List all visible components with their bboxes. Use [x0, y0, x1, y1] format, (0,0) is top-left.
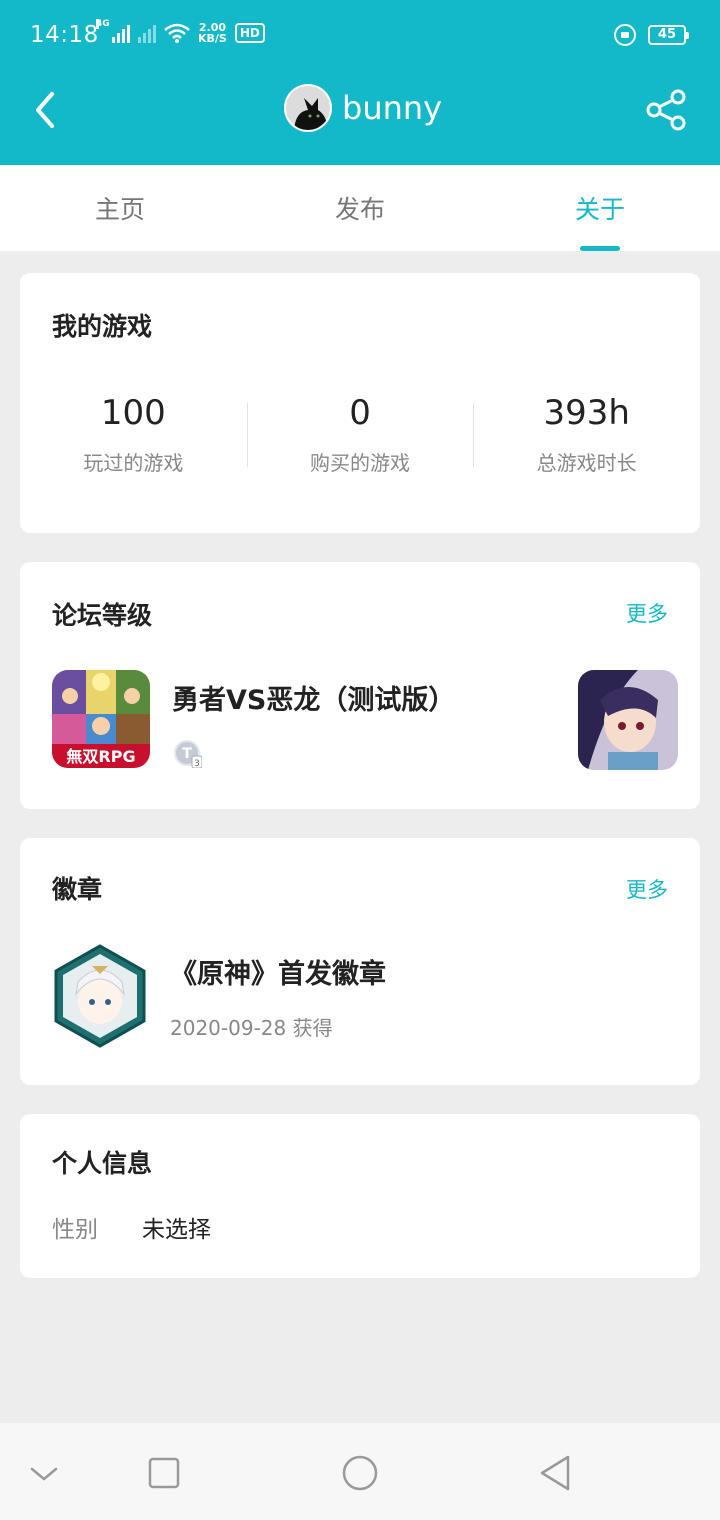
- status-time: 14:18: [30, 22, 99, 48]
- back-button[interactable]: [28, 88, 68, 132]
- genshin-badge-icon: [54, 944, 146, 1048]
- stat-playtime[interactable]: 393h 总游戏时长: [473, 393, 700, 483]
- wifi-icon: [164, 23, 190, 43]
- game-icon-anime[interactable]: [578, 670, 678, 770]
- stat-played[interactable]: 100 玩过的游戏: [20, 393, 247, 483]
- hd-icon: HD: [234, 23, 265, 43]
- badge-name: 《原神》首发徽章: [170, 959, 386, 990]
- app-header: 14:18 4G 2.00 KB/S HD 45 bunny: [0, 0, 720, 165]
- user-avatar[interactable]: [284, 84, 332, 132]
- game-icon-rpg[interactable]: 無双RPG: [52, 670, 150, 768]
- forum-level-title: 论坛等级: [52, 601, 153, 630]
- personal-info-card: 个人信息 性别 未选择: [20, 1114, 700, 1278]
- personal-info-title: 个人信息: [52, 1149, 153, 1178]
- stat-playtime-label: 总游戏时长: [536, 451, 637, 475]
- profile-tabs: 主页 发布 关于: [0, 165, 720, 251]
- status-right: 45: [614, 24, 689, 46]
- forum-level-more-link[interactable]: 更多: [626, 598, 668, 628]
- gender-label: 性别: [52, 1217, 98, 1243]
- gender-value: 未选择: [142, 1217, 211, 1243]
- badge-more-link[interactable]: 更多: [626, 874, 668, 904]
- level-badge-letter: T: [182, 746, 192, 762]
- network-type-label: 4G: [96, 19, 110, 29]
- stat-purchased-value: 0: [349, 393, 371, 433]
- recents-button[interactable]: [144, 1453, 184, 1493]
- stat-purchased-label: 购买的游戏: [310, 451, 410, 475]
- stat-playtime-value: 393h: [543, 393, 630, 433]
- game-stats: 100 玩过的游戏 0 购买的游戏 393h 总游戏时长: [20, 393, 700, 483]
- status-icons: 4G 2.00 KB/S HD: [96, 19, 265, 44]
- badge-title: 徽章: [52, 875, 103, 904]
- game-name: 勇者VS恶龙（测试版）: [172, 685, 456, 716]
- username: bunny: [342, 89, 443, 127]
- stat-purchased[interactable]: 0 购买的游戏: [246, 393, 474, 483]
- stat-played-label: 玩过的游戏: [83, 451, 184, 475]
- signal-2-icon: [138, 23, 156, 43]
- net-speed-unit: KB/S: [198, 32, 227, 45]
- level-badge-number: 3: [194, 759, 200, 768]
- tab-posts[interactable]: 发布: [240, 165, 480, 251]
- badge-date: 2020-09-28 获得: [170, 1016, 333, 1040]
- badge-card: 徽章 更多 《原神》首发徽章 2020-09-28 获得: [20, 838, 700, 1085]
- net-speed: 2.00 KB/S: [198, 22, 227, 44]
- my-games-card: 我的游戏 100 玩过的游戏 0 购买的游戏 393h 总游戏时长: [20, 273, 700, 533]
- home-button[interactable]: [340, 1453, 380, 1493]
- chevron-down-icon[interactable]: [24, 1453, 64, 1493]
- nav-back-button[interactable]: [536, 1453, 576, 1493]
- signal-icon: 4G: [96, 19, 130, 43]
- system-nav-bar: [0, 1423, 720, 1520]
- badge-item[interactable]: 《原神》首发徽章 2020-09-28 获得: [52, 944, 672, 1054]
- gender-row: 性别 未选择: [52, 1210, 211, 1244]
- tab-home[interactable]: 主页: [0, 165, 240, 251]
- level-badge-icon: T 3: [174, 740, 202, 768]
- game-icon-text: 無双RPG: [66, 747, 135, 766]
- tab-about[interactable]: 关于: [480, 165, 720, 251]
- stat-played-value: 100: [100, 393, 166, 433]
- battery-icon: 45: [648, 25, 689, 45]
- profile-header[interactable]: bunny: [284, 84, 442, 132]
- share-icon[interactable]: [644, 88, 688, 132]
- my-games-title: 我的游戏: [52, 312, 153, 341]
- status-bar: 14:18 4G 2.00 KB/S HD 45: [0, 0, 720, 74]
- forum-game-item[interactable]: 無双RPG 勇者VS恶龙（测试版） T 3: [52, 670, 700, 770]
- forum-level-card: 论坛等级 更多 無双RPG 勇者VS恶龙（测试版） T 3: [20, 562, 700, 809]
- rotation-lock-icon: [614, 24, 636, 46]
